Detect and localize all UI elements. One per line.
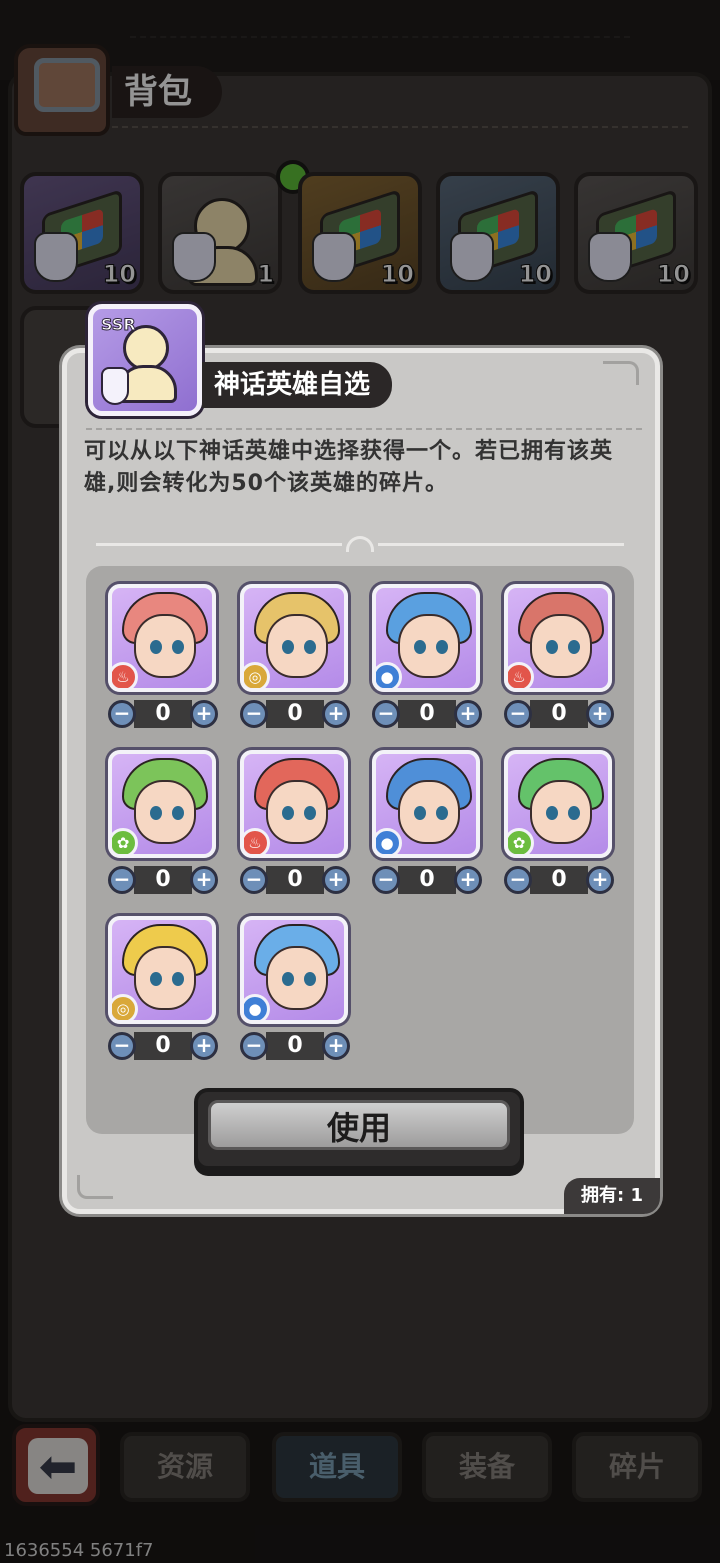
corner-ornament-icon xyxy=(603,361,639,385)
hero-option: ✿ 0− + xyxy=(108,750,218,894)
quantity-value: 0 xyxy=(530,866,588,894)
corner-ornament-icon xyxy=(77,1175,113,1199)
dialog-title: 神话英雄自选 xyxy=(202,362,393,408)
wind-element-icon: ✿ xyxy=(508,828,534,854)
wind-element-icon: ✿ xyxy=(112,828,138,854)
increase-button[interactable]: + xyxy=(586,700,614,728)
quantity-stepper: 0− + xyxy=(372,866,482,894)
ornament-divider xyxy=(96,536,624,552)
decrease-button[interactable]: − xyxy=(504,866,532,894)
hero-option: ● 0− + xyxy=(372,750,482,894)
fire-element-icon: ♨ xyxy=(244,828,270,854)
quantity-stepper: 0− + xyxy=(504,700,614,728)
dialog-description: 可以从以下神话英雄中选择获得一个。若已拥有该英雄,则会转化为50个该英雄的碎片。 xyxy=(84,439,614,496)
hero-portrait[interactable]: ✿ xyxy=(504,750,612,858)
decrease-button[interactable]: − xyxy=(504,700,532,728)
increase-button[interactable]: + xyxy=(322,1032,350,1060)
hero-portrait[interactable]: ♨ xyxy=(240,750,348,858)
ssr-badge: SSR xyxy=(101,315,137,335)
decrease-button[interactable]: − xyxy=(372,866,400,894)
quantity-stepper: 0− + xyxy=(108,1032,218,1060)
earth-element-icon: ◎ xyxy=(244,662,270,688)
hero-option: ♨ 0− + xyxy=(240,750,350,894)
hero-portrait[interactable]: ◎ xyxy=(108,916,216,1024)
increase-button[interactable]: + xyxy=(190,1032,218,1060)
quantity-stepper: 0− + xyxy=(240,866,350,894)
earth-element-icon: ◎ xyxy=(112,994,138,1020)
decrease-button[interactable]: − xyxy=(240,866,268,894)
quantity-value: 0 xyxy=(134,1032,192,1060)
increase-button[interactable]: + xyxy=(322,866,350,894)
quantity-value: 0 xyxy=(266,866,324,894)
quantity-value: 0 xyxy=(266,1032,324,1060)
decrease-button[interactable]: − xyxy=(240,1032,268,1060)
divider xyxy=(86,428,642,430)
owned-count: 拥有: 1 xyxy=(564,1178,660,1214)
increase-button[interactable]: + xyxy=(586,866,614,894)
decrease-button[interactable]: − xyxy=(108,866,136,894)
use-button[interactable]: 使用 xyxy=(194,1088,524,1170)
use-button-label: 使用 xyxy=(208,1100,510,1150)
increase-button[interactable]: + xyxy=(322,700,350,728)
increase-button[interactable]: + xyxy=(454,866,482,894)
increase-button[interactable]: + xyxy=(190,700,218,728)
quantity-value: 0 xyxy=(134,700,192,728)
quantity-stepper: 0− + xyxy=(372,700,482,728)
hero-portrait[interactable]: ● xyxy=(372,750,480,858)
quantity-stepper: 0− + xyxy=(240,700,350,728)
hero-option: ♨ 0− + xyxy=(108,584,218,728)
hero-option: ◎ 0− + xyxy=(240,584,350,728)
water-element-icon: ● xyxy=(244,994,270,1020)
quantity-stepper: 0− + xyxy=(504,866,614,894)
hero-portrait[interactable]: ◎ xyxy=(240,584,348,692)
water-element-icon: ● xyxy=(376,662,402,688)
fire-element-icon: ♨ xyxy=(508,662,534,688)
increase-button[interactable]: + xyxy=(190,866,218,894)
quantity-value: 0 xyxy=(530,700,588,728)
quantity-stepper: 0− + xyxy=(108,700,218,728)
hero-option: ● 0− + xyxy=(372,584,482,728)
quantity-stepper: 0− + xyxy=(240,1032,350,1060)
decrease-button[interactable]: − xyxy=(372,700,400,728)
quantity-value: 0 xyxy=(398,700,456,728)
quantity-value: 0 xyxy=(134,866,192,894)
fire-element-icon: ♨ xyxy=(112,662,138,688)
hero-option: ● 0− + xyxy=(240,916,350,1060)
hero-portrait[interactable]: ♨ xyxy=(108,584,216,692)
decrease-button[interactable]: − xyxy=(108,1032,136,1060)
decrease-button[interactable]: − xyxy=(108,700,136,728)
quantity-stepper: 0− + xyxy=(108,866,218,894)
quantity-value: 0 xyxy=(398,866,456,894)
hero-option: ◎ 0− + xyxy=(108,916,218,1060)
increase-button[interactable]: + xyxy=(454,700,482,728)
water-element-icon: ● xyxy=(376,828,402,854)
hero-portrait[interactable]: ● xyxy=(372,584,480,692)
hero-option: ♨ 0− + xyxy=(504,584,614,728)
hero-portrait[interactable]: ♨ xyxy=(504,584,612,692)
hero-portrait[interactable]: ● xyxy=(240,916,348,1024)
hero-portrait[interactable]: ✿ xyxy=(108,750,216,858)
decrease-button[interactable]: − xyxy=(240,700,268,728)
quantity-value: 0 xyxy=(266,700,324,728)
hero-option: ✿ 0− + xyxy=(504,750,614,894)
ssr-hero-select-icon: SSR xyxy=(88,304,202,416)
